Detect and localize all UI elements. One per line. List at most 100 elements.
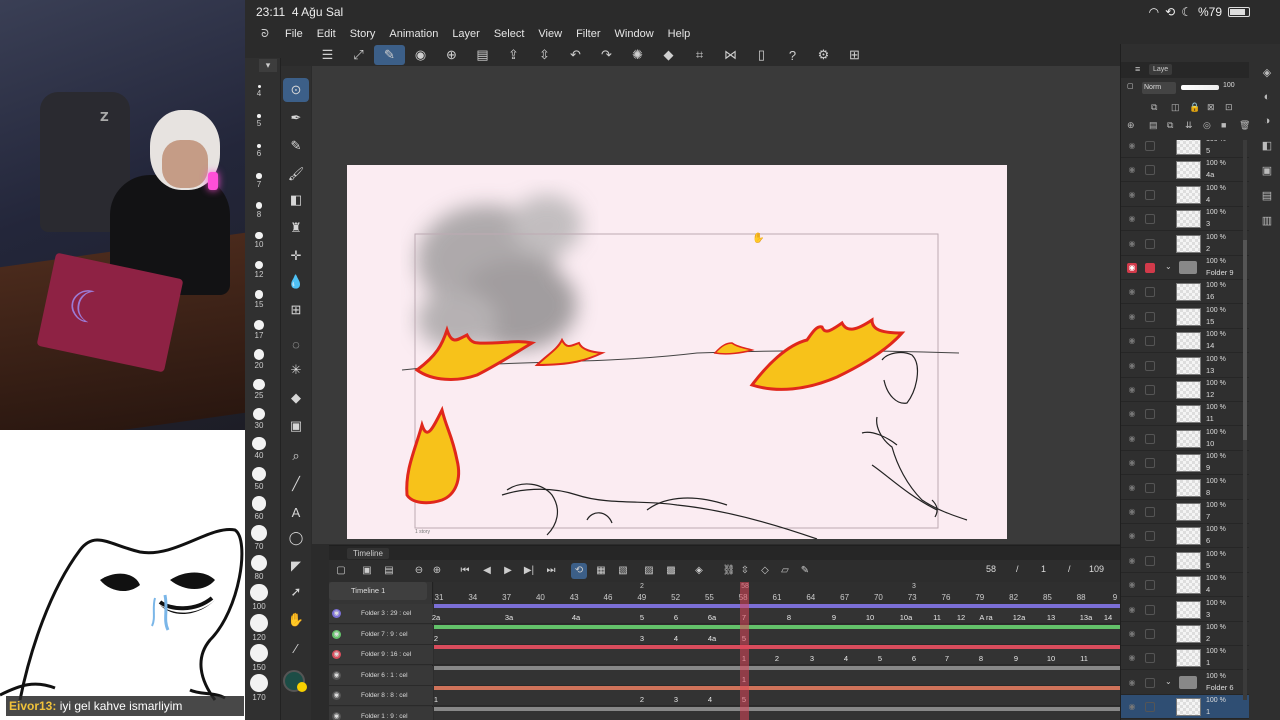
lock-icon[interactable]: 🔒 [1189,102,1200,113]
track-lane[interactable]: 1234567891011 [434,649,1120,665]
brush-size-option[interactable]: 170 [245,674,273,702]
brush-size-option[interactable]: 50 [245,466,273,491]
timeline-track[interactable]: Folder 9 : 16 : cel◉1234567891011 [329,645,1120,665]
zoom-out-icon[interactable]: ⊖ [411,563,427,579]
new-timeline-icon[interactable]: ▢ [333,563,349,579]
brush-size-option[interactable]: 12 [245,261,273,279]
timeline-track[interactable]: Folder 6 : 1 : cel◉ 1 [329,665,1120,686]
track-name[interactable]: Folder 8 : 8 : cel [329,686,433,706]
new-raster-icon[interactable]: ⊕ [1127,120,1135,131]
onion-skin-icon[interactable]: ▨ [641,563,657,579]
hand-tool-icon[interactable]: ✋ [283,608,309,632]
transform-keyframe-icon[interactable]: ▱ [777,563,793,579]
visibility-eye-icon[interactable]: ◉ [1127,409,1137,419]
menu-edit[interactable]: Edit [317,28,336,40]
light-table-icon[interactable]: ▩ [663,563,679,579]
settings-icon[interactable]: ⚙ [808,45,839,65]
brush-size-option[interactable]: 100 [245,583,273,611]
layer-lock-checkbox[interactable] [1145,385,1155,395]
undo-icon[interactable]: ↶ [560,45,591,65]
visibility-eye-icon[interactable]: ◉ [1127,239,1137,249]
layer-lock-checkbox[interactable] [1145,287,1155,298]
track-lane[interactable]: 1 [434,669,1120,686]
zoom-in-icon[interactable]: ⊕ [429,563,445,579]
brush-size-option[interactable]: 150 [245,643,273,672]
frame-tool-icon[interactable]: ⊞ [283,298,309,322]
blend-tool-icon[interactable]: 💧 [283,270,309,294]
timeline-track[interactable]: Folder 3 : 29 : cel◉2a3a4a566a7891010a11… [329,604,1120,624]
layers-icon[interactable]: ◈ [1263,66,1271,79]
chevron-down-icon[interactable]: ▾ [259,59,277,72]
layer-lock-checkbox[interactable] [1145,141,1155,151]
ease-icon[interactable]: ◇ [757,563,773,579]
visibility-eye-icon[interactable]: ◉ [1127,312,1137,322]
opacity-slider[interactable] [1181,85,1219,90]
layer-row[interactable]: ◉ 100 % 2 [1121,622,1249,646]
playhead[interactable] [740,582,749,720]
brush-size-option[interactable]: 20 [245,349,273,370]
keyframe-icon[interactable]: ◈ [691,563,707,579]
magic-wand-tool-icon[interactable]: ✳ [283,358,309,382]
brush-size-option[interactable]: 15 [245,290,273,309]
fill-icon[interactable]: ◆ [653,45,684,65]
specify-cel-icon[interactable]: ▧ [615,563,631,579]
copy-layer-icon[interactable]: ⧉ [1167,120,1173,131]
clip-icon[interactable]: ◫ [1171,102,1180,113]
drawing-canvas[interactable]: ✋ 1 story [347,165,1007,539]
eye-icon[interactable]: ◉ [332,711,341,720]
open-icon[interactable]: ▤ [467,45,498,65]
layer-lock-checkbox[interactable] [1145,629,1155,639]
brush-tool-icon[interactable]: 🖌 [283,162,309,186]
export-icon[interactable]: ⇪ [498,45,529,65]
eye-icon[interactable]: ◉ [332,629,341,639]
line-tool-icon[interactable]: ╱ [283,472,309,496]
mask-apply-icon[interactable]: ■ [1221,120,1226,130]
layer-row[interactable]: ◉ 100 % 4 [1121,183,1249,207]
layer-lock-checkbox[interactable] [1145,458,1155,469]
grid-icon[interactable]: ⊞ [839,45,870,65]
brush-settings-icon[interactable]: ◐ [1264,91,1271,103]
eye-icon[interactable]: ◉ [332,650,341,659]
layer-lock-checkbox[interactable] [1145,555,1155,566]
visibility-eye-icon[interactable]: ◉ [1127,165,1137,175]
layer-row[interactable]: ◉ 100 % 5 [1121,140,1249,158]
delete-layer-icon[interactable]: 🗑 [1239,120,1250,131]
brush-size-option[interactable]: 4 [245,85,273,98]
layer-lock-checkbox[interactable] [1145,507,1155,517]
layer-row[interactable]: ◉ 100 % 4a [1121,158,1249,183]
palette-icon[interactable]: ◉ [405,45,436,65]
menu-icon[interactable]: ☰ [312,45,343,65]
layer-row[interactable]: ◉ 100 % 8 [1121,476,1249,500]
chevron-down-icon[interactable]: ⌄ [1165,262,1172,271]
layer-lock-checkbox[interactable] [1145,482,1155,493]
pencil-icon[interactable]: ✎ [797,563,813,579]
timeline-tab[interactable]: Timeline [347,548,389,559]
layer-lock-checkbox[interactable] [1145,604,1155,615]
menu-select[interactable]: Select [494,28,525,40]
stepper-icon[interactable]: ⇳ [737,563,753,579]
layer-row[interactable]: ◉ 100 % 7 [1121,500,1249,524]
select-tool-icon[interactable]: ◤ [283,554,309,578]
zoom-tool-icon[interactable]: ⌕ [283,444,309,468]
pen-edit-icon[interactable]: ✎ [374,45,405,65]
layer-row[interactable]: ◉ 100 % 10 [1121,427,1249,451]
flip-icon[interactable]: ⋈ [715,45,746,65]
layer-row[interactable]: ◉ 100 % 16 [1121,280,1249,305]
prev-frame-icon[interactable]: ◀ [479,563,495,579]
eye-icon[interactable]: ◉ [332,691,341,700]
visibility-eye-icon[interactable]: ◉ [1127,483,1137,493]
gradient-tool-icon[interactable]: ▣ [283,414,309,438]
property-icon[interactable]: ▤ [1262,189,1272,202]
stepper-icon[interactable]: ⇳ [529,45,560,65]
menu-filter[interactable]: Filter [576,28,600,40]
last-frame-icon[interactable]: ⏭ [543,563,559,579]
brush-size-option[interactable]: 7 [245,173,273,189]
move-tool-icon[interactable]: ✛ [283,244,309,268]
layer-lock-checkbox[interactable] [1145,360,1155,371]
frame-ruler[interactable]: 3134374043464952555861646770737679828588… [434,582,1120,604]
visibility-eye-icon[interactable]: ◉ [1127,507,1137,517]
layer-lock-checkbox[interactable] [1145,580,1155,591]
layer-row[interactable]: ◉ 100 % 4 [1121,573,1249,598]
merge-icon[interactable]: ⇊ [1185,120,1193,131]
visibility-eye-icon[interactable]: ◉ [1127,653,1137,663]
